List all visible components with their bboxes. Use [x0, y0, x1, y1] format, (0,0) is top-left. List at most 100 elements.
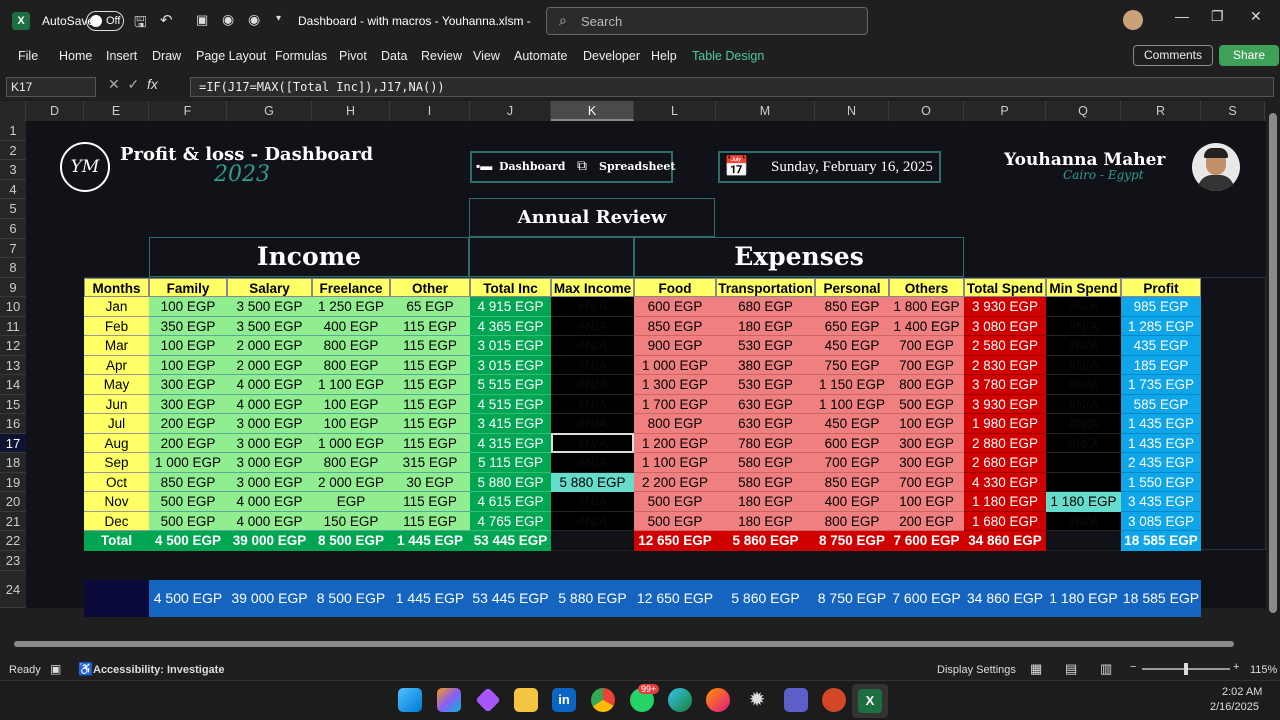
table-cell[interactable]: 2 000 EGP: [227, 356, 312, 375]
table-cell[interactable]: #N/A: [1046, 317, 1121, 336]
table-cell[interactable]: 1 000 EGP: [634, 356, 716, 375]
table-cell[interactable]: 2 000 EGP: [227, 336, 312, 356]
table-cell[interactable]: 1 680 EGP: [964, 512, 1046, 531]
enter-icon[interactable]: ✓: [128, 76, 140, 92]
table-cell[interactable]: 600 EGP: [815, 434, 889, 453]
col-header-p[interactable]: P: [964, 101, 1046, 121]
table-cell[interactable]: #N/A: [1046, 375, 1121, 395]
table-cell[interactable]: 350 EGP: [149, 317, 227, 336]
summary-cell[interactable]: 5 880 EGP: [551, 580, 634, 617]
table-cell[interactable]: 4 915 EGP: [470, 297, 551, 317]
restore-icon[interactable]: ❐: [1211, 8, 1224, 25]
table-cell[interactable]: 850 EGP: [634, 317, 716, 336]
table-cell[interactable]: 115 EGP: [390, 512, 470, 531]
header-total-inc[interactable]: Total Inc: [470, 278, 551, 297]
share-button[interactable]: Share: [1219, 45, 1279, 66]
table-cell[interactable]: 5 115 EGP: [470, 453, 551, 473]
table-cell[interactable]: 4 000 EGP: [227, 375, 312, 395]
table-cell[interactable]: 630 EGP: [716, 395, 815, 414]
table-cell[interactable]: 700 EGP: [889, 473, 964, 492]
row-header-15[interactable]: 15: [0, 395, 26, 414]
table-cell[interactable]: Jan: [84, 297, 149, 317]
table-cell[interactable]: 3 415 EGP: [470, 414, 551, 434]
table-cell[interactable]: 650 EGP: [815, 317, 889, 336]
header-others[interactable]: Others: [889, 278, 964, 297]
row-header-22[interactable]: 22: [0, 531, 26, 551]
table-cell[interactable]: 115 EGP: [390, 317, 470, 336]
table-cell[interactable]: Oct: [84, 473, 149, 492]
form-icon[interactable]: ▣: [196, 12, 208, 28]
header-personal[interactable]: Personal: [815, 278, 889, 297]
close-icon[interactable]: ✕: [1250, 8, 1262, 25]
table-cell[interactable]: 1 300 EGP: [634, 375, 716, 395]
table-cell[interactable]: 100 EGP: [312, 414, 390, 434]
table-cell[interactable]: 200 EGP: [149, 414, 227, 434]
table-cell[interactable]: 800 EGP: [312, 336, 390, 356]
total-cell[interactable]: [551, 531, 634, 551]
row-header-13[interactable]: 13: [0, 356, 26, 375]
summary-cell[interactable]: 7 600 EGP: [889, 580, 964, 617]
row-header-7[interactable]: 7: [0, 239, 26, 258]
summary-cell[interactable]: 1 445 EGP: [390, 580, 470, 617]
table-cell[interactable]: 300 EGP: [149, 375, 227, 395]
zoom-slider[interactable]: [1142, 663, 1230, 675]
table-cell[interactable]: 400 EGP: [312, 317, 390, 336]
name-box[interactable]: K17: [6, 77, 96, 97]
col-header-e[interactable]: E: [84, 101, 149, 121]
table-cell[interactable]: #N/A: [1046, 434, 1121, 453]
table-cell[interactable]: 2 435 EGP: [1121, 453, 1201, 473]
summary-cell[interactable]: 18 585 EGP: [1121, 580, 1201, 617]
table-cell[interactable]: 2 680 EGP: [964, 453, 1046, 473]
summary-cell[interactable]: 8 500 EGP: [312, 580, 390, 617]
tab-insert[interactable]: Insert: [106, 49, 137, 63]
header-transportation[interactable]: Transportation: [716, 278, 815, 297]
tab-formulas[interactable]: Formulas: [275, 49, 327, 63]
header-family[interactable]: Family: [149, 278, 227, 297]
comments-button[interactable]: Comments: [1133, 45, 1213, 66]
zoom-in-icon[interactable]: +: [1233, 661, 1239, 673]
table-cell[interactable]: 1 150 EGP: [815, 375, 889, 395]
total-cell[interactable]: 4 500 EGP: [149, 531, 227, 551]
table-cell[interactable]: Apr: [84, 356, 149, 375]
header-salary[interactable]: Salary: [227, 278, 312, 297]
table-cell[interactable]: 100 EGP: [889, 492, 964, 512]
row-header-12[interactable]: 12: [0, 336, 26, 356]
row-header-14[interactable]: 14: [0, 375, 26, 395]
row-header-6[interactable]: 6: [0, 219, 26, 239]
table-cell[interactable]: Aug: [84, 434, 149, 453]
table-cell[interactable]: 4 615 EGP: [470, 492, 551, 512]
tab-automate[interactable]: Automate: [514, 49, 568, 63]
col-header-q[interactable]: Q: [1046, 101, 1121, 121]
table-cell[interactable]: #N/A: [551, 492, 634, 512]
display-settings-button[interactable]: Display Settings: [937, 664, 1016, 676]
table-cell[interactable]: 850 EGP: [815, 297, 889, 317]
table-cell[interactable]: 3 435 EGP: [1121, 492, 1201, 512]
tab-table-design[interactable]: Table Design: [692, 49, 764, 63]
table-cell[interactable]: #N/A: [1046, 297, 1121, 317]
col-header-d[interactable]: D: [26, 101, 84, 121]
table-cell[interactable]: 115 EGP: [390, 356, 470, 375]
select-all-corner[interactable]: [0, 101, 26, 121]
table-cell[interactable]: 300 EGP: [889, 453, 964, 473]
table-cell[interactable]: 500 EGP: [889, 395, 964, 414]
col-header-i[interactable]: I: [390, 101, 470, 121]
dashboard-nav-button[interactable]: Dashboard: [499, 160, 566, 173]
header-freelance[interactable]: Freelance: [312, 278, 390, 297]
table-cell[interactable]: 300 EGP: [149, 395, 227, 414]
vertical-scrollbar[interactable]: [1266, 101, 1280, 631]
table-cell[interactable]: 100 EGP: [312, 395, 390, 414]
record-icon[interactable]: ◉: [222, 11, 234, 28]
tab-draw[interactable]: Draw: [152, 49, 181, 63]
table-cell[interactable]: 1 980 EGP: [964, 414, 1046, 434]
row-header-23[interactable]: 23: [0, 551, 26, 571]
row-header-9[interactable]: 9: [0, 278, 26, 297]
total-cell[interactable]: 39 000 EGP: [227, 531, 312, 551]
insert-function-icon[interactable]: fx: [147, 76, 158, 92]
table-cell[interactable]: 435 EGP: [1121, 336, 1201, 356]
row-header-18[interactable]: 18: [0, 453, 26, 473]
search-box[interactable]: ⌕ Search: [546, 7, 868, 35]
table-cell[interactable]: #N/A: [1046, 356, 1121, 375]
row-header-1[interactable]: 1: [0, 121, 26, 141]
table-cell[interactable]: 3 015 EGP: [470, 356, 551, 375]
clock-time[interactable]: 2:02 AM: [1222, 686, 1262, 698]
